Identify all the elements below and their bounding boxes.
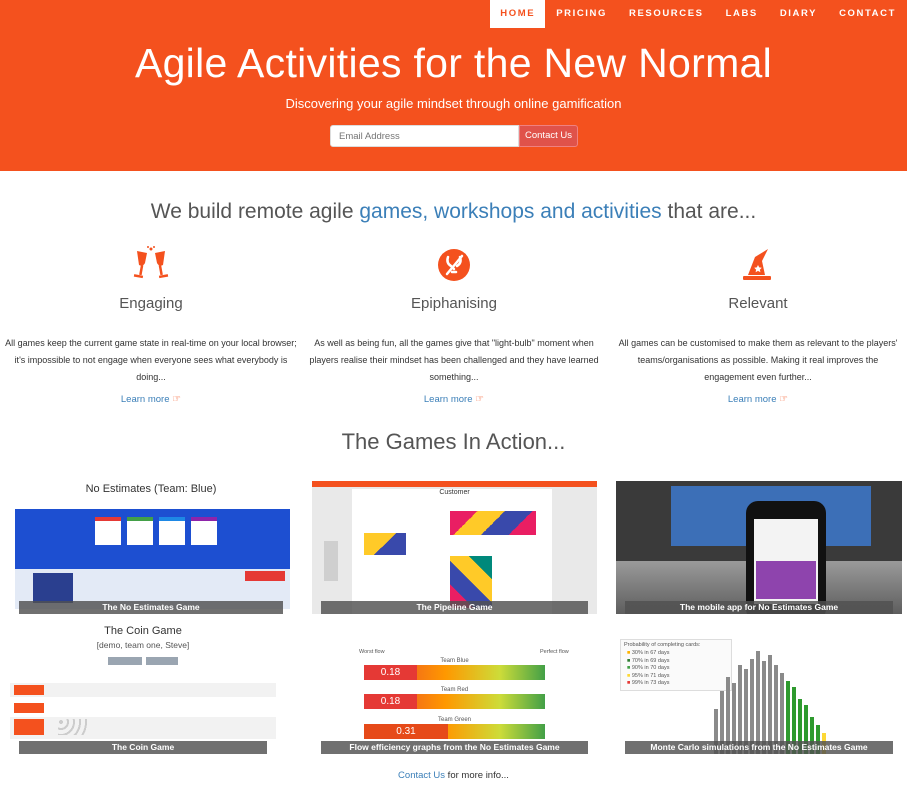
tile-flow-efficiency[interactable]: Worst flow Perfect flow Team Blue 0.18 T… bbox=[312, 621, 597, 754]
feature-title: Relevant bbox=[728, 295, 788, 312]
screen-title: Customer bbox=[439, 489, 470, 496]
feature-text: As well as being fun, all the games give… bbox=[309, 338, 599, 382]
worst-flow-label: Worst flow bbox=[359, 649, 385, 655]
team-label: Team Green bbox=[437, 717, 471, 723]
tile-caption: The Coin Game bbox=[19, 741, 267, 754]
learn-more-link[interactable]: Learn more ☞ bbox=[728, 394, 788, 405]
tile-pipeline[interactable]: Customer The Pipeline Game bbox=[312, 481, 597, 614]
tile-caption: Monte Carlo simulations from the No Esti… bbox=[625, 741, 893, 754]
intro-prefix: We build remote agile bbox=[150, 200, 360, 223]
board-screenshot bbox=[15, 509, 290, 609]
champagne-glasses-icon bbox=[131, 245, 171, 285]
hero-subtitle: Discovering your agile mindset through o… bbox=[285, 96, 622, 111]
lightbulb-slash-icon bbox=[434, 245, 474, 285]
flow-value: 0.31 bbox=[364, 724, 448, 739]
nav-diary[interactable]: DIARY bbox=[769, 0, 828, 28]
intro-suffix: that are... bbox=[661, 200, 757, 223]
feature-relevant: Relevant All games can be customised to … bbox=[608, 245, 907, 407]
learn-more-label: Learn more bbox=[120, 394, 170, 405]
footer-contact-link[interactable]: Contact Us bbox=[398, 770, 445, 781]
learn-more-link[interactable]: Learn more ☞ bbox=[121, 394, 181, 405]
team-label: Team Red bbox=[440, 687, 469, 693]
pointing-hand-icon: ☞ bbox=[172, 394, 182, 405]
email-input[interactable] bbox=[330, 125, 519, 147]
learn-more-label: Learn more bbox=[727, 394, 777, 405]
intro-heading: We build remote agile games, workshops a… bbox=[0, 200, 907, 224]
tile-caption: The No Estimates Game bbox=[19, 601, 283, 614]
team-label: Team Blue bbox=[440, 658, 469, 664]
footer-contact: Contact Us for more info... bbox=[0, 770, 907, 781]
feature-engaging: Engaging All games keep the current game… bbox=[1, 245, 301, 407]
histogram bbox=[714, 651, 826, 754]
feature-title: Epiphanising bbox=[411, 295, 497, 312]
tile-caption: The mobile app for No Estimates Game bbox=[625, 601, 893, 614]
screen-title: The Coin Game bbox=[104, 625, 182, 637]
flow-value: 0.18 bbox=[364, 694, 417, 709]
feature-text: All games keep the current game state in… bbox=[5, 338, 297, 382]
flow-value: 0.18 bbox=[364, 665, 417, 680]
footer-text: for more info... bbox=[445, 770, 509, 781]
nav-pricing[interactable]: PRICING bbox=[545, 0, 618, 28]
signup-form: Contact Us bbox=[330, 125, 578, 147]
top-nav: HOME PRICING RESOURCES LABS DIARY CONTAC… bbox=[490, 0, 907, 28]
learn-more-link[interactable]: Learn more ☞ bbox=[424, 394, 484, 405]
screen-subtitle: [demo, team one, Steve] bbox=[96, 640, 190, 650]
feature-title: Engaging bbox=[119, 295, 183, 312]
tile-mobile-app[interactable]: The mobile app for No Estimates Game bbox=[616, 481, 902, 614]
tile-no-estimates[interactable]: No Estimates (Team: Blue) The No Estimat… bbox=[10, 481, 292, 614]
tile-caption: Flow efficiency graphs from the No Estim… bbox=[321, 741, 588, 754]
games-section-title: The Games In Action... bbox=[341, 429, 566, 454]
hero-banner: HOME PRICING RESOURCES LABS DIARY CONTAC… bbox=[0, 0, 907, 171]
nav-contact[interactable]: CONTACT bbox=[828, 0, 907, 28]
pointing-hand-icon: ☞ bbox=[779, 394, 789, 405]
nav-resources[interactable]: RESOURCES bbox=[618, 0, 715, 28]
tile-coin-game[interactable]: The Coin Game [demo, team one, Steve] Th… bbox=[10, 621, 276, 754]
pointing-hand-icon: ☞ bbox=[475, 394, 485, 405]
intro-highlight-link[interactable]: games, workshops and activities bbox=[359, 200, 661, 223]
nav-labs[interactable]: LABS bbox=[715, 0, 769, 28]
tile-caption: The Pipeline Game bbox=[321, 601, 588, 614]
contact-us-button[interactable]: Contact Us bbox=[519, 125, 578, 147]
feature-text: All games can be customised to make them… bbox=[618, 338, 898, 382]
perfect-flow-label: Perfect flow bbox=[540, 649, 569, 655]
tile-monte-carlo[interactable]: Probability of completing cards: ■ 30% i… bbox=[616, 621, 902, 754]
nav-home[interactable]: HOME bbox=[490, 0, 546, 28]
hero-title: Agile Activities for the New Normal bbox=[134, 40, 773, 86]
wizard-hat-icon bbox=[738, 245, 778, 285]
feature-epiphanising: Epiphanising As well as being fun, all t… bbox=[304, 245, 604, 407]
learn-more-label: Learn more bbox=[423, 394, 473, 405]
screen-title: No Estimates (Team: Blue) bbox=[85, 483, 217, 495]
